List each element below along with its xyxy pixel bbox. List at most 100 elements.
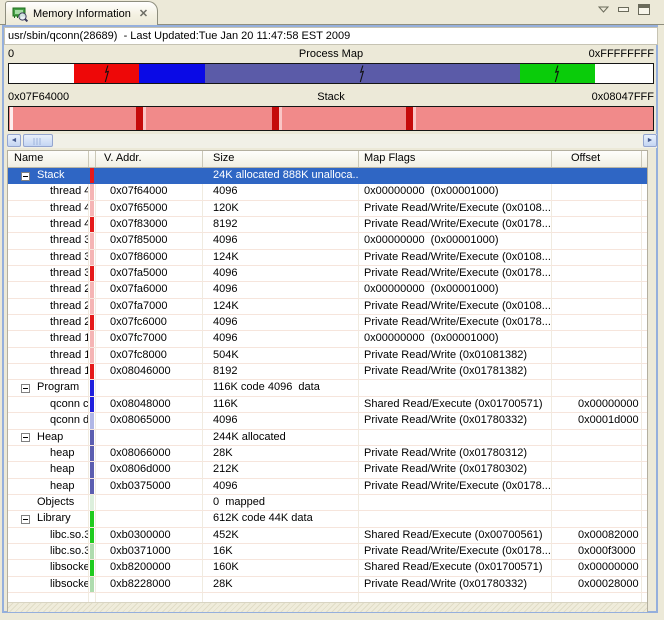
name-cell: libc.so.3 (8, 544, 89, 560)
region-color-marker (90, 168, 94, 183)
table-row[interactable]: libsocket.0xb822800028KPrivate Read/Writ… (8, 577, 647, 593)
vaddr-cell: 0x07fc6000 (96, 315, 203, 331)
row-name-label: thread 2 (50, 316, 89, 328)
size-cell: 8192 (203, 217, 359, 233)
name-cell: qconn code (8, 397, 89, 413)
name-cell: heap (8, 462, 89, 478)
region-color-marker (90, 528, 94, 543)
table-row[interactable]: thread 10x07fc8000504KPrivate Read/Write… (8, 348, 647, 364)
size-cell: 4096 (203, 282, 359, 298)
name-cell: Heap (8, 430, 89, 446)
column-header-size[interactable]: Size (203, 151, 359, 167)
table-row[interactable]: thread 30x07f8500040960x00000000 (0x0000… (8, 233, 647, 249)
region-color-marker (90, 184, 94, 199)
column-header-flags[interactable]: Map Flags (359, 151, 552, 167)
table-row[interactable]: libc.so.30xb0300000452KShared Read/Execu… (8, 528, 647, 544)
table-row[interactable]: thread 20x07fa600040960x00000000 (0x0000… (8, 282, 647, 298)
marker-strip-cell (89, 299, 96, 315)
collapse-icon[interactable] (21, 384, 30, 393)
table-row[interactable]: thread 20x07fa7000124KPrivate Read/Write… (8, 299, 647, 315)
map-segment[interactable] (139, 64, 205, 83)
flags-cell: Private Read/Write/Execute (0x0178... (359, 217, 552, 233)
table-row[interactable]: heap0xb03750004096Private Read/Write/Exe… (8, 479, 647, 495)
name-cell: libsocket. (8, 577, 89, 593)
lightning-bolt-icon (359, 65, 366, 86)
row-name-label: thread 2 (50, 283, 89, 295)
table-row[interactable]: thread 10x07fc700040960x00000000 (0x0000… (8, 331, 647, 347)
scroll-left-button[interactable]: ◄ (7, 134, 21, 147)
row-name-label: libsocket. (50, 561, 89, 573)
flags-cell: Private Read/Write/Execute (0x0108... (359, 250, 552, 266)
name-cell: thread 3 (8, 233, 89, 249)
marker-strip-cell (89, 282, 96, 298)
region-color-marker (90, 299, 94, 314)
map-segment[interactable] (205, 64, 520, 83)
map-segment[interactable] (595, 64, 653, 83)
process-info-bar: usr/sbin/qconn(28689) - Last Updated:Tue… (4, 27, 658, 45)
name-cell: thread 4 (8, 217, 89, 233)
view-tab-memory-information[interactable]: Memory Information ✕ (5, 1, 158, 25)
maximize-button[interactable] (638, 4, 650, 15)
table-row[interactable]: Stack24K allocated 888K unalloca... (8, 168, 647, 184)
region-color-marker (90, 282, 94, 297)
column-header-offset[interactable]: Offset (552, 151, 642, 167)
collapse-icon[interactable] (21, 172, 30, 181)
scroll-thumb[interactable] (23, 134, 53, 147)
table-row[interactable]: thread 40x07f830008192Private Read/Write… (8, 217, 647, 233)
stub-cell (642, 331, 648, 347)
h-scrollbar[interactable]: ◄ ► (7, 134, 657, 148)
process-map-bar[interactable] (8, 63, 654, 84)
table-row[interactable]: libsocket.0xb8200000160KShared Read/Exec… (8, 560, 647, 576)
table-row[interactable]: qconn data0x080650004096Private Read/Wri… (8, 413, 647, 429)
offset-cell: 0x00000000 (552, 560, 642, 576)
view-menu-button[interactable] (598, 6, 609, 13)
map-segment[interactable] (520, 64, 595, 83)
table-row[interactable]: thread 40x07f65000120KPrivate Read/Write… (8, 201, 647, 217)
flags-cell: Private Read/Write (0x01081382) (359, 348, 552, 364)
table-row[interactable]: heap0x0806d000212KPrivate Read/Write (0x… (8, 462, 647, 478)
collapse-icon[interactable] (21, 433, 30, 442)
column-header-vaddr[interactable]: V. Addr. (96, 151, 203, 167)
lightning-bolt-icon (554, 65, 561, 86)
table-row[interactable]: thread 40x07f6400040960x00000000 (0x0000… (8, 184, 647, 200)
vaddr-cell: 0x07f65000 (96, 201, 203, 217)
table-row[interactable]: thread 30x07f86000124KPrivate Read/Write… (8, 250, 647, 266)
table-row[interactable]: Heap244K allocated (8, 430, 647, 446)
collapse-icon[interactable] (21, 515, 30, 524)
table-row[interactable]: qconn code0x08048000116KShared Read/Exec… (8, 397, 647, 413)
bottom-hatch (8, 602, 647, 612)
stack-map-bar[interactable] (8, 106, 654, 131)
close-icon[interactable]: ✕ (139, 7, 148, 20)
minimize-button[interactable] (618, 7, 629, 12)
table-row[interactable]: heap0x0806600028KPrivate Read/Write (0x0… (8, 446, 647, 462)
name-cell: thread 4 (8, 184, 89, 200)
vaddr-cell: 0xb0371000 (96, 544, 203, 560)
table-row[interactable]: thread 20x07fc60004096Private Read/Write… (8, 315, 647, 331)
scroll-right-button[interactable]: ► (643, 134, 657, 147)
marker-strip-cell (89, 250, 96, 266)
table-row[interactable]: Library612K code 44K data (8, 511, 647, 527)
stub-cell (642, 544, 648, 560)
table-row[interactable]: thread 30x07fa50004096Private Read/Write… (8, 266, 647, 282)
column-header-name[interactable]: Name (8, 151, 89, 167)
size-cell: 452K (203, 528, 359, 544)
table-row[interactable]: Objects0 mapped (8, 495, 647, 511)
flags-cell: Private Read/Write/Execute (0x0178... (359, 479, 552, 495)
marker-strip-cell (89, 495, 96, 511)
name-cell: thread 4 (8, 201, 89, 217)
table-row[interactable]: thread 10x080460008192Private Read/Write… (8, 364, 647, 380)
size-cell: 4096 (203, 479, 359, 495)
offset-cell: 0x00028000 (552, 577, 642, 593)
vaddr-cell: 0x07f86000 (96, 250, 203, 266)
offset-cell (552, 364, 642, 380)
vaddr-cell: 0xb8228000 (96, 577, 203, 593)
flags-cell: Private Read/Write/Execute (0x0108... (359, 201, 552, 217)
map-segment[interactable] (9, 64, 74, 83)
stack-marker (406, 107, 413, 130)
region-color-marker (90, 413, 94, 428)
map-segment[interactable] (74, 64, 139, 83)
table-row[interactable]: libc.so.30xb037100016KPrivate Read/Write… (8, 544, 647, 560)
flags-cell: 0x00000000 (0x00001000) (359, 184, 552, 200)
table-row[interactable]: Program116K code 4096 data (8, 380, 647, 396)
marker-strip-cell (89, 331, 96, 347)
